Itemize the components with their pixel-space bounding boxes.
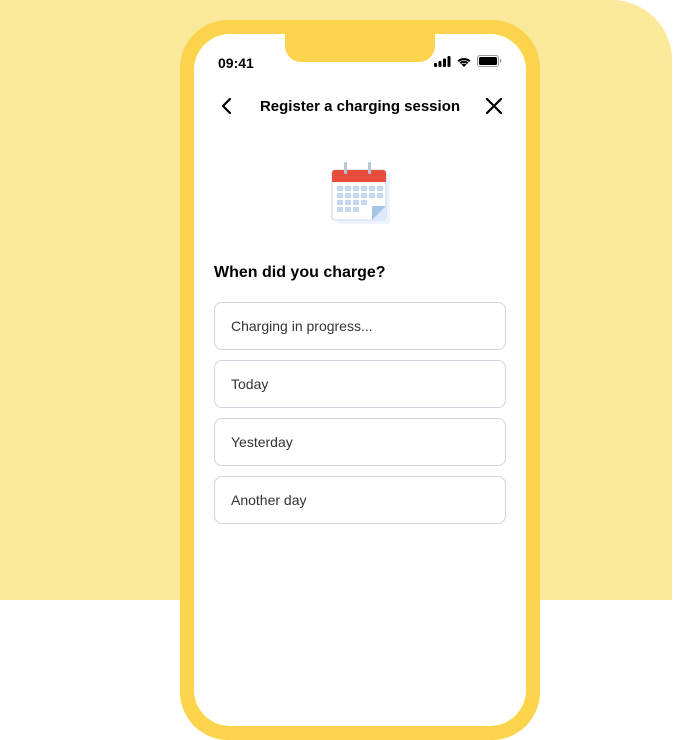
close-icon bbox=[486, 98, 502, 114]
phone-frame: 09:41 bbox=[180, 20, 540, 740]
page-header: Register a charging session bbox=[194, 78, 526, 134]
question-heading: When did you charge? bbox=[194, 264, 526, 302]
option-charging-in-progress[interactable]: Charging in progress... bbox=[214, 302, 506, 350]
status-time: 09:41 bbox=[218, 55, 254, 71]
options-list: Charging in progress... Today Yesterday … bbox=[194, 302, 526, 524]
battery-icon bbox=[477, 54, 502, 72]
back-button[interactable] bbox=[214, 94, 238, 118]
app-container: 09:41 bbox=[0, 0, 688, 600]
phone-notch bbox=[285, 34, 435, 62]
status-icons bbox=[434, 54, 502, 72]
calendar-icon bbox=[320, 154, 400, 234]
chevron-left-icon bbox=[221, 98, 231, 114]
calendar-illustration bbox=[194, 134, 526, 264]
option-another-day[interactable]: Another day bbox=[214, 476, 506, 524]
close-button[interactable] bbox=[482, 94, 506, 118]
wifi-icon bbox=[456, 54, 472, 72]
option-today[interactable]: Today bbox=[214, 360, 506, 408]
page-title: Register a charging session bbox=[260, 98, 460, 115]
signal-icon bbox=[434, 54, 451, 72]
option-yesterday[interactable]: Yesterday bbox=[214, 418, 506, 466]
phone-screen: 09:41 bbox=[194, 34, 526, 726]
